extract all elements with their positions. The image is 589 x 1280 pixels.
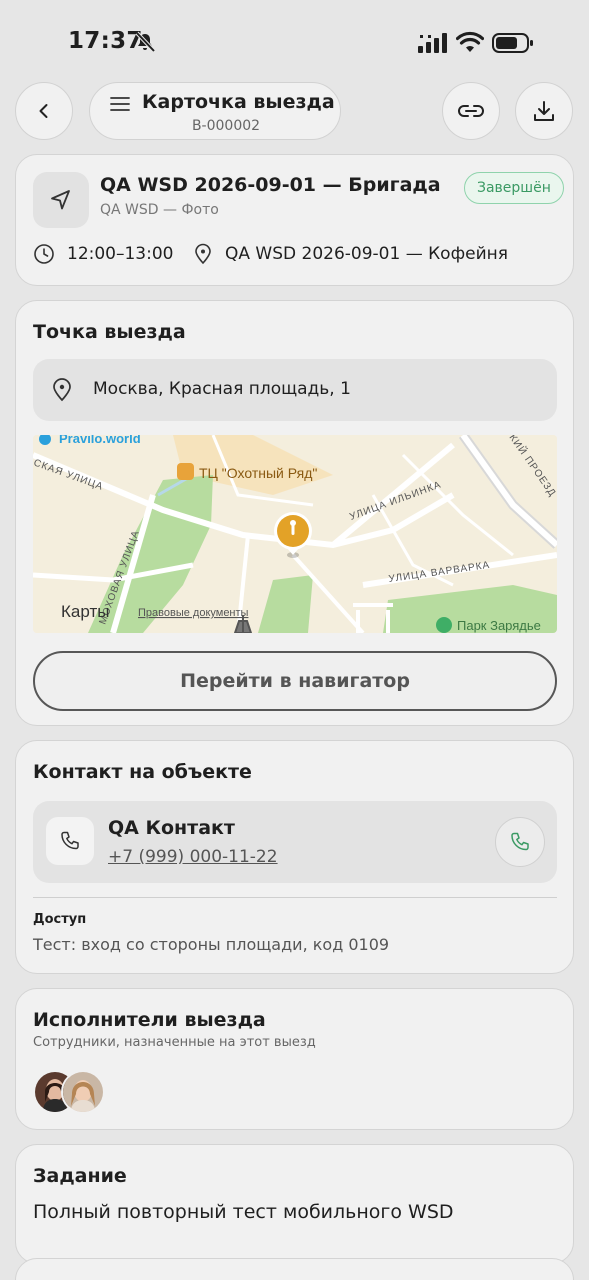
status-time: 17:37 (68, 28, 143, 54)
task-card: Задание Полный повторный тест мобильного… (15, 1144, 574, 1264)
header-title-pill[interactable]: Карточка выезда В-000002 (89, 82, 341, 140)
link-icon (458, 105, 484, 117)
executors-card: Исполнители выезда Сотрудники, назначенн… (15, 988, 574, 1130)
download-icon (534, 101, 554, 121)
map-label-park: Парк Зарядье (457, 618, 541, 633)
contact-phone-link[interactable]: +7 (999) 000-11-22 (108, 847, 278, 867)
contact-section-title: Контакт на объекте (33, 761, 252, 783)
address-box[interactable]: Москва, Красная площадь, 1 (33, 359, 557, 421)
order-time-row: 12:00–13:00 (33, 243, 173, 265)
order-type-tile (33, 172, 89, 228)
status-badge: Завершён (464, 172, 564, 204)
location-pin-icon (195, 243, 211, 265)
signal-icon (418, 33, 447, 53)
next-card (15, 1258, 574, 1280)
task-text: Полный повторный тест мобильного WSD (33, 1201, 454, 1223)
clock-icon (34, 244, 54, 264)
copy-link-button[interactable] (442, 82, 500, 140)
call-button[interactable] (495, 817, 545, 867)
back-button[interactable] (15, 82, 73, 140)
phone-tile (46, 817, 94, 865)
menu-icon (110, 97, 130, 111)
open-navigator-button[interactable]: Перейти в навигатор (33, 651, 557, 711)
order-subtitle: QA WSD — Фото (100, 202, 219, 218)
divider (33, 897, 557, 898)
order-place: QA WSD 2026-09-01 — Кофейня (225, 244, 508, 264)
executors-subtitle: Сотрудники, назначенные на этот выезд (33, 1035, 316, 1050)
location-section-title: Точка выезда (33, 321, 186, 343)
access-label: Доступ (33, 912, 87, 927)
contact-box: QA Контакт +7 (999) 000-11-22 (33, 801, 557, 883)
order-title: QA WSD 2026-09-01 — Бригада (100, 174, 441, 196)
phone-call-icon (511, 832, 529, 851)
location-pin-icon (53, 378, 71, 402)
map-label-top-left: Pravilo.world (59, 435, 141, 446)
map-label-mall: ТЦ "Охотный Ряд" (199, 465, 317, 481)
status-bar: 17:37 (0, 0, 589, 80)
avatar[interactable] (61, 1070, 105, 1114)
address-text: Москва, Красная площадь, 1 (93, 379, 351, 399)
contact-card: Контакт на объекте QA Контакт +7 (999) 0… (15, 740, 574, 974)
map-view[interactable]: Pravilo.world СКАЯ УЛИЦА ТЦ "Охотный Ряд… (33, 435, 557, 633)
order-time: 12:00–13:00 (67, 244, 174, 264)
navigation-arrow-icon (51, 190, 70, 210)
location-card: Точка выезда Москва, Красная площадь, 1 (15, 300, 574, 726)
battery-icon (492, 33, 533, 53)
map-brand: Карты (61, 602, 109, 621)
map-legal-link: Правовые документы (138, 607, 249, 619)
wifi-icon (456, 31, 484, 52)
phone-icon (61, 831, 79, 850)
page-title: Карточка выезда (142, 91, 335, 113)
download-button[interactable] (515, 82, 573, 140)
back-arrow-icon (39, 104, 48, 118)
task-section-title: Задание (33, 1165, 127, 1187)
contact-name: QA Контакт (108, 817, 235, 839)
bell-muted-icon (135, 31, 156, 53)
order-summary-card: QA WSD 2026-09-01 — Бригада QA WSD — Фот… (15, 154, 574, 286)
executor-avatars[interactable] (33, 1070, 113, 1114)
access-text: Тест: вход со стороны площади, код 0109 (33, 935, 390, 954)
page-subtitle: В-000002 (191, 118, 261, 134)
order-place-row: QA WSD 2026-09-01 — Кофейня (193, 243, 508, 265)
executors-section-title: Исполнители выезда (33, 1009, 266, 1031)
